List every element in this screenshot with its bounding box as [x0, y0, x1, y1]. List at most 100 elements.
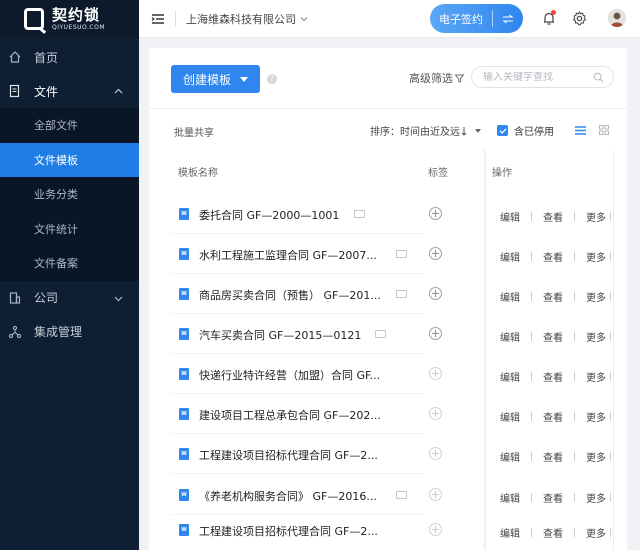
view-button[interactable]: 查看: [543, 289, 563, 304]
edit-button[interactable]: 编辑: [500, 449, 520, 464]
template-name[interactable]: 汽车买卖合同 GF—2015—0121: [199, 327, 361, 343]
esign-label: 电子签约: [439, 12, 483, 26]
view-button[interactable]: 查看: [543, 209, 563, 224]
edit-button[interactable]: 编辑: [500, 409, 520, 424]
company-selector[interactable]: 上海维森科技有限公司: [186, 11, 296, 27]
add-tag-icon[interactable]: [429, 327, 442, 340]
view-button[interactable]: 查看: [543, 409, 563, 424]
edit-button[interactable]: 编辑: [500, 209, 520, 224]
sidebar-item-label: 首页: [34, 50, 59, 65]
add-tag-icon[interactable]: [429, 447, 442, 460]
template-name[interactable]: 商品房买卖合同（预售） GF—201...: [199, 287, 381, 303]
sidebar: 契约锁 QIYUESUO.COM 首页 文件 全部文件 文件模板 业务分类 文件…: [0, 0, 139, 550]
view-button[interactable]: 查看: [543, 369, 563, 384]
add-tag-icon[interactable]: [429, 367, 442, 380]
sidebar-subitem-all-files[interactable]: 全部文件: [0, 108, 139, 143]
sidebar-subitem-file-filing[interactable]: 文件备案: [0, 246, 139, 281]
create-template-label: 创建模板: [182, 72, 231, 87]
avatar[interactable]: [608, 9, 626, 27]
template-name[interactable]: 工程建设项目招标代理合同 GF—2...: [199, 447, 378, 463]
more-button[interactable]: 更多: [586, 249, 606, 264]
template-name[interactable]: 《养老机构服务合同》 GF—2016...: [199, 488, 377, 504]
edit-button[interactable]: 编辑: [500, 525, 520, 540]
add-tag-icon[interactable]: [429, 407, 442, 420]
table-row[interactable]: W 委托合同 GF—2000—1001 编辑 查看 更多: [171, 194, 627, 234]
sidebar-subitem-file-templates[interactable]: 文件模板: [0, 142, 139, 177]
show-disabled-checkbox[interactable]: 含已停用: [497, 123, 554, 138]
logo[interactable]: 契约锁 QIYUESUO.COM: [0, 0, 139, 38]
more-button[interactable]: 更多: [586, 369, 606, 384]
sidebar-subitem-file-statistics[interactable]: 文件统计: [0, 212, 139, 247]
view-button[interactable]: 查看: [543, 249, 563, 264]
batch-share-button[interactable]: 批量共享: [174, 124, 214, 139]
add-tag-icon[interactable]: [429, 207, 442, 220]
search-box[interactable]: [471, 66, 614, 88]
table-row[interactable]: W 汽车买卖合同 GF—2015—0121 编辑 查看 更多: [171, 314, 627, 354]
view-button[interactable]: 查看: [543, 490, 563, 505]
bell-icon[interactable]: [541, 10, 557, 26]
menu-toggle-icon[interactable]: [151, 12, 165, 26]
template-name[interactable]: 建设项目工程总承包合同 GF—202...: [199, 407, 381, 423]
table-row[interactable]: W 建设项目工程总承包合同 GF—202... 编辑 查看 更多: [171, 394, 627, 434]
show-disabled-label: 含已停用: [514, 127, 554, 138]
more-button[interactable]: 更多: [586, 409, 606, 424]
search-input[interactable]: [483, 71, 593, 83]
table-row[interactable]: W 快递行业特许经营（加盟）合同 GF... 编辑 查看 更多: [171, 354, 627, 394]
tag-icon: [396, 491, 407, 499]
more-button[interactable]: 更多: [586, 525, 606, 540]
table-row[interactable]: W 水利工程施工监理合同 GF—2007... 编辑 查看 更多: [171, 234, 627, 274]
more-button[interactable]: 更多: [586, 449, 606, 464]
add-tag-icon[interactable]: [429, 287, 442, 300]
word-file-icon: W: [179, 448, 189, 460]
table-row[interactable]: W 《养老机构服务合同》 GF—2016... 编辑 查看 更多: [171, 475, 627, 515]
chevron-up-icon: [114, 85, 123, 99]
sidebar-item-integration[interactable]: 集成管理: [0, 315, 139, 349]
caret-down-icon: [240, 76, 248, 82]
view-button[interactable]: 查看: [543, 329, 563, 344]
list-view-icon[interactable]: [575, 124, 586, 138]
template-name[interactable]: 快递行业特许经营（加盟）合同 GF...: [199, 367, 380, 383]
edit-button[interactable]: 编辑: [500, 490, 520, 505]
chevron-down-icon[interactable]: [300, 12, 308, 26]
more-button[interactable]: 更多: [586, 289, 606, 304]
grid-view-icon[interactable]: [599, 124, 609, 138]
word-file-icon: W: [179, 408, 189, 420]
view-button[interactable]: 查看: [543, 525, 563, 540]
gear-icon[interactable]: [571, 10, 587, 26]
advanced-filter-button[interactable]: 高级筛选: [409, 70, 464, 86]
view-button[interactable]: 查看: [543, 449, 563, 464]
search-icon[interactable]: [593, 72, 604, 83]
template-name[interactable]: 工程建设项目招标代理合同 GF—2...: [199, 523, 378, 539]
sidebar-item-file[interactable]: 文件: [0, 74, 139, 108]
table-row[interactable]: W 工程建设项目招标代理合同 GF—2... 编辑 查看 更多: [171, 434, 627, 474]
logo-icon: [24, 8, 44, 30]
sort-selector[interactable]: 排序：时间由近及远: [370, 123, 481, 138]
word-file-icon: W: [179, 524, 189, 536]
add-tag-icon[interactable]: [429, 523, 442, 536]
sidebar-subitem-business-category[interactable]: 业务分类: [0, 177, 139, 212]
create-template-button[interactable]: 创建模板: [171, 65, 260, 93]
help-icon[interactable]: ?: [267, 74, 277, 84]
template-name[interactable]: 委托合同 GF—2000—1001: [199, 207, 339, 223]
file-submenu: 全部文件 文件模板 业务分类 文件统计 文件备案: [0, 108, 139, 281]
add-tag-icon[interactable]: [429, 488, 442, 501]
template-name[interactable]: 水利工程施工监理合同 GF—2007...: [199, 247, 377, 263]
column-header-name: 模板名称: [178, 168, 218, 179]
more-button[interactable]: 更多: [586, 209, 606, 224]
edit-button[interactable]: 编辑: [500, 329, 520, 344]
brand-sub: QIYUESUO.COM: [52, 23, 106, 31]
more-button[interactable]: 更多: [586, 329, 606, 344]
sidebar-item-company[interactable]: 公司: [0, 281, 139, 315]
sidebar-item-home[interactable]: 首页: [0, 40, 139, 74]
switch-icon[interactable]: [493, 14, 523, 24]
esign-button[interactable]: 电子签约: [430, 4, 523, 33]
edit-button[interactable]: 编辑: [500, 369, 520, 384]
edit-button[interactable]: 编辑: [500, 289, 520, 304]
edit-button[interactable]: 编辑: [500, 249, 520, 264]
add-tag-icon[interactable]: [429, 247, 442, 260]
table-row[interactable]: W 工程建设项目招标代理合同 GF—2... 编辑 查看 更多: [171, 510, 627, 550]
table-row[interactable]: W 商品房买卖合同（预售） GF—201... 编辑 查看 更多: [171, 274, 627, 314]
more-button[interactable]: 更多: [586, 490, 606, 505]
checkbox-checked-icon[interactable]: [497, 125, 508, 136]
header-divider: [175, 10, 176, 27]
